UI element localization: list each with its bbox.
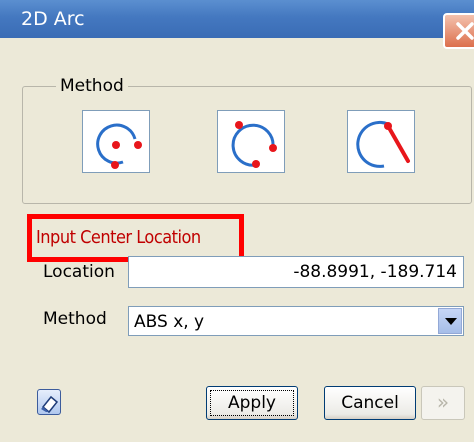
location-label: Location	[43, 262, 115, 282]
double-chevron-right-icon: »	[436, 390, 450, 414]
eraser-icon	[41, 395, 59, 414]
apply-button[interactable]: Apply	[206, 386, 298, 420]
location-input[interactable]	[128, 256, 464, 288]
arc-center-icon	[96, 123, 142, 169]
title-bar[interactable]: 2D Arc	[0, 0, 474, 49]
chevron-down-icon	[445, 318, 457, 325]
arc-tangent-icon	[356, 120, 410, 168]
arc-three-point-button[interactable]	[217, 110, 285, 173]
arc-tangent-button[interactable]	[347, 110, 415, 173]
arc-center-button[interactable]	[82, 110, 150, 173]
close-icon	[456, 22, 474, 40]
method-label: Method	[43, 309, 107, 329]
method-group-legend: Method	[56, 76, 128, 96]
status-prompt: Input Center Location	[36, 227, 201, 248]
arc-three-point-icon	[231, 121, 277, 168]
dropdown-button[interactable]	[438, 308, 462, 334]
close-button[interactable]	[443, 13, 474, 49]
method-select[interactable]: ABS x, y	[128, 306, 464, 336]
arc-dialog: 2D Arc Method Input Center Location Loca…	[0, 0, 474, 442]
window-title: 2D Arc	[21, 8, 85, 30]
eraser-button[interactable]	[37, 389, 61, 415]
cancel-button[interactable]: Cancel	[324, 386, 416, 420]
more-options-button[interactable]: »	[421, 386, 465, 420]
method-select-value: ABS x, y	[134, 312, 205, 332]
